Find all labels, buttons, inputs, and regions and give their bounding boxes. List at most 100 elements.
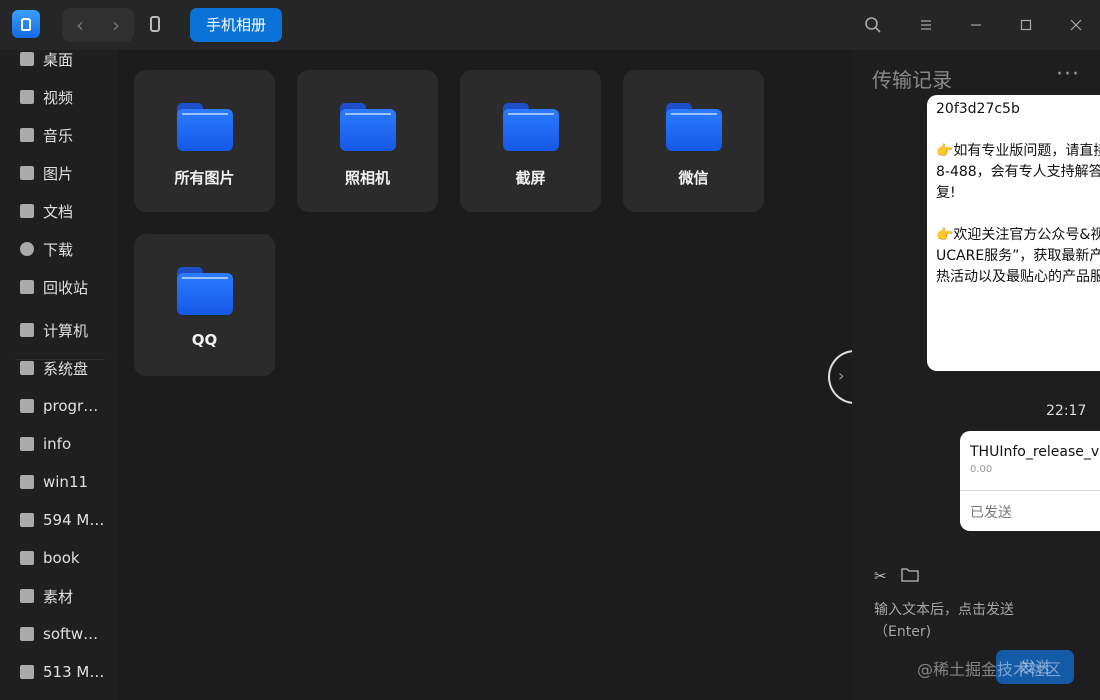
- message-line: 热活动以及最贴心的产品服: [936, 269, 1100, 285]
- folder-label: 照相机: [344, 169, 390, 187]
- disk-icon: [20, 475, 34, 489]
- scissors-icon[interactable]: ✂: [874, 567, 887, 585]
- message-line: 复!: [936, 185, 956, 201]
- computer-icon: [20, 323, 34, 337]
- file-size: 0.00: [970, 464, 993, 475]
- trash-icon: [20, 280, 34, 294]
- sidebar-item-trash[interactable]: 回收站: [0, 272, 118, 302]
- image-icon: [20, 166, 34, 180]
- sidebar-item-label: 文档: [43, 202, 74, 221]
- sidebar-item-disk[interactable]: win11: [0, 467, 118, 497]
- file-name: THUInfo_release_v2: [970, 444, 1100, 460]
- sidebar-item-disk[interactable]: book: [0, 543, 118, 573]
- folder-label: QQ: [191, 331, 218, 349]
- folder-card[interactable]: 微信: [623, 70, 764, 212]
- folder-icon: [177, 267, 233, 315]
- folder-label: 截屏: [515, 169, 546, 187]
- sidebar-item-label: 桌面: [43, 50, 74, 69]
- chevron-right-icon: ›: [838, 366, 845, 385]
- download-icon: [20, 242, 34, 256]
- disk-icon: [20, 665, 34, 679]
- sidebar-item-disk[interactable]: softw…: [0, 619, 118, 649]
- sidebar-item-documents[interactable]: 文档: [0, 196, 118, 226]
- minimize-button[interactable]: [961, 10, 991, 40]
- sidebar-item-desktop[interactable]: 桌面: [0, 44, 118, 74]
- sidebar: 桌面 视频 音乐 图片 文档 下载 回收站 计算机 系统盘 progr… inf…: [0, 50, 118, 700]
- sidebar-item-pictures[interactable]: 图片: [0, 158, 118, 188]
- sidebar-item-computer[interactable]: 计算机: [0, 315, 118, 345]
- message-bubble: 20f3d27c5b 👉如有专业版问题，请直接 8-488，会有专人支持解答 复…: [927, 95, 1100, 371]
- disk-icon: [20, 399, 34, 413]
- sidebar-item-label: 下载: [43, 240, 74, 259]
- sidebar-item-label: 音乐: [43, 126, 74, 145]
- navigation-buttons: ‹ ›: [62, 8, 134, 42]
- watermark: @稀土掘金技术社区: [917, 660, 1062, 679]
- message-input[interactable]: 输入文本后，点击发送（Enter): [874, 599, 1054, 643]
- chevron-right-icon: ›: [112, 13, 120, 37]
- folder-icon: [340, 103, 396, 151]
- sidebar-item-system-disk[interactable]: 系统盘: [0, 353, 118, 383]
- sidebar-item-label: 图片: [43, 164, 74, 183]
- minimize-icon: [971, 24, 981, 26]
- folder-label: 微信: [678, 169, 709, 187]
- disk-icon: [20, 551, 34, 565]
- message-line: 👉如有专业版问题，请直接: [936, 143, 1100, 159]
- sidebar-item-label: 素材: [43, 587, 74, 606]
- folder-icon: [503, 103, 559, 151]
- folder-card[interactable]: 所有图片: [134, 70, 275, 212]
- sidebar-item-label: win11: [43, 473, 89, 491]
- sidebar-item-disk[interactable]: progr…: [0, 391, 118, 421]
- folder-icon[interactable]: [901, 567, 919, 586]
- document-icon: [20, 204, 34, 218]
- more-button[interactable]: ···: [1056, 62, 1080, 87]
- disk-icon: [20, 627, 34, 641]
- message-line: 8-488，会有专人支持解答: [936, 164, 1100, 180]
- panel-title: 传输记录: [872, 68, 952, 92]
- breadcrumb[interactable]: 手机相册: [190, 8, 283, 42]
- message-line: 20f3d27c5b: [936, 101, 1020, 117]
- sidebar-item-label: progr…: [43, 397, 99, 415]
- folder-icon: [177, 103, 233, 151]
- desktop-icon: [20, 52, 34, 66]
- transfer-panel: 传输记录 ··· 20f3d27c5b 👉如有专业版问题，请直接 8-488，会…: [852, 50, 1100, 700]
- sidebar-item-label: info: [43, 435, 72, 453]
- sidebar-item-video[interactable]: 视频: [0, 82, 118, 112]
- folder-card[interactable]: 照相机: [297, 70, 438, 212]
- sidebar-item-label: 513 M…: [43, 663, 105, 681]
- close-button[interactable]: [1061, 10, 1091, 40]
- folder-grid: 所有图片 照相机 截屏 微信 QQ: [118, 50, 852, 700]
- sidebar-item-disk[interactable]: 513 M…: [0, 657, 118, 687]
- forward-button[interactable]: ›: [98, 8, 134, 42]
- disk-icon: [20, 437, 34, 451]
- music-icon: [20, 128, 34, 142]
- back-button[interactable]: ‹: [62, 8, 98, 42]
- folder-icon: [666, 103, 722, 151]
- sidebar-item-label: 计算机: [43, 321, 89, 340]
- folder-card[interactable]: 截屏: [460, 70, 601, 212]
- video-icon: [20, 90, 34, 104]
- file-manager-logo-icon: [12, 10, 40, 38]
- maximize-icon: [1020, 19, 1032, 31]
- search-icon: [865, 17, 881, 33]
- titlebar: ‹ › 手机相册: [0, 0, 1100, 50]
- sidebar-item-label: softw…: [43, 625, 99, 643]
- send-status: 已发送: [970, 505, 1012, 521]
- folder-card[interactable]: QQ: [134, 234, 275, 376]
- chevron-left-icon: ‹: [76, 13, 84, 37]
- sidebar-item-disk[interactable]: info: [0, 429, 118, 459]
- menu-button[interactable]: [911, 10, 941, 40]
- message-time: 22:17: [1046, 403, 1087, 419]
- sidebar-item-disk[interactable]: 594 M…: [0, 505, 118, 535]
- sidebar-item-label: 系统盘: [43, 359, 89, 378]
- sidebar-item-downloads[interactable]: 下载: [0, 234, 118, 264]
- close-icon: [1070, 19, 1082, 31]
- message-line: UCARE服务”，获取最新产: [936, 248, 1100, 264]
- search-button[interactable]: [858, 10, 888, 40]
- maximize-button[interactable]: [1011, 10, 1041, 40]
- phone-icon[interactable]: [150, 16, 160, 32]
- sidebar-item-disk[interactable]: 素材: [0, 581, 118, 611]
- sidebar-item-label: 594 M…: [43, 511, 105, 529]
- folder-label: 所有图片: [174, 169, 235, 187]
- sidebar-item-music[interactable]: 音乐: [0, 120, 118, 150]
- file-message[interactable]: THUInfo_release_v2 0.00 已发送: [960, 431, 1100, 531]
